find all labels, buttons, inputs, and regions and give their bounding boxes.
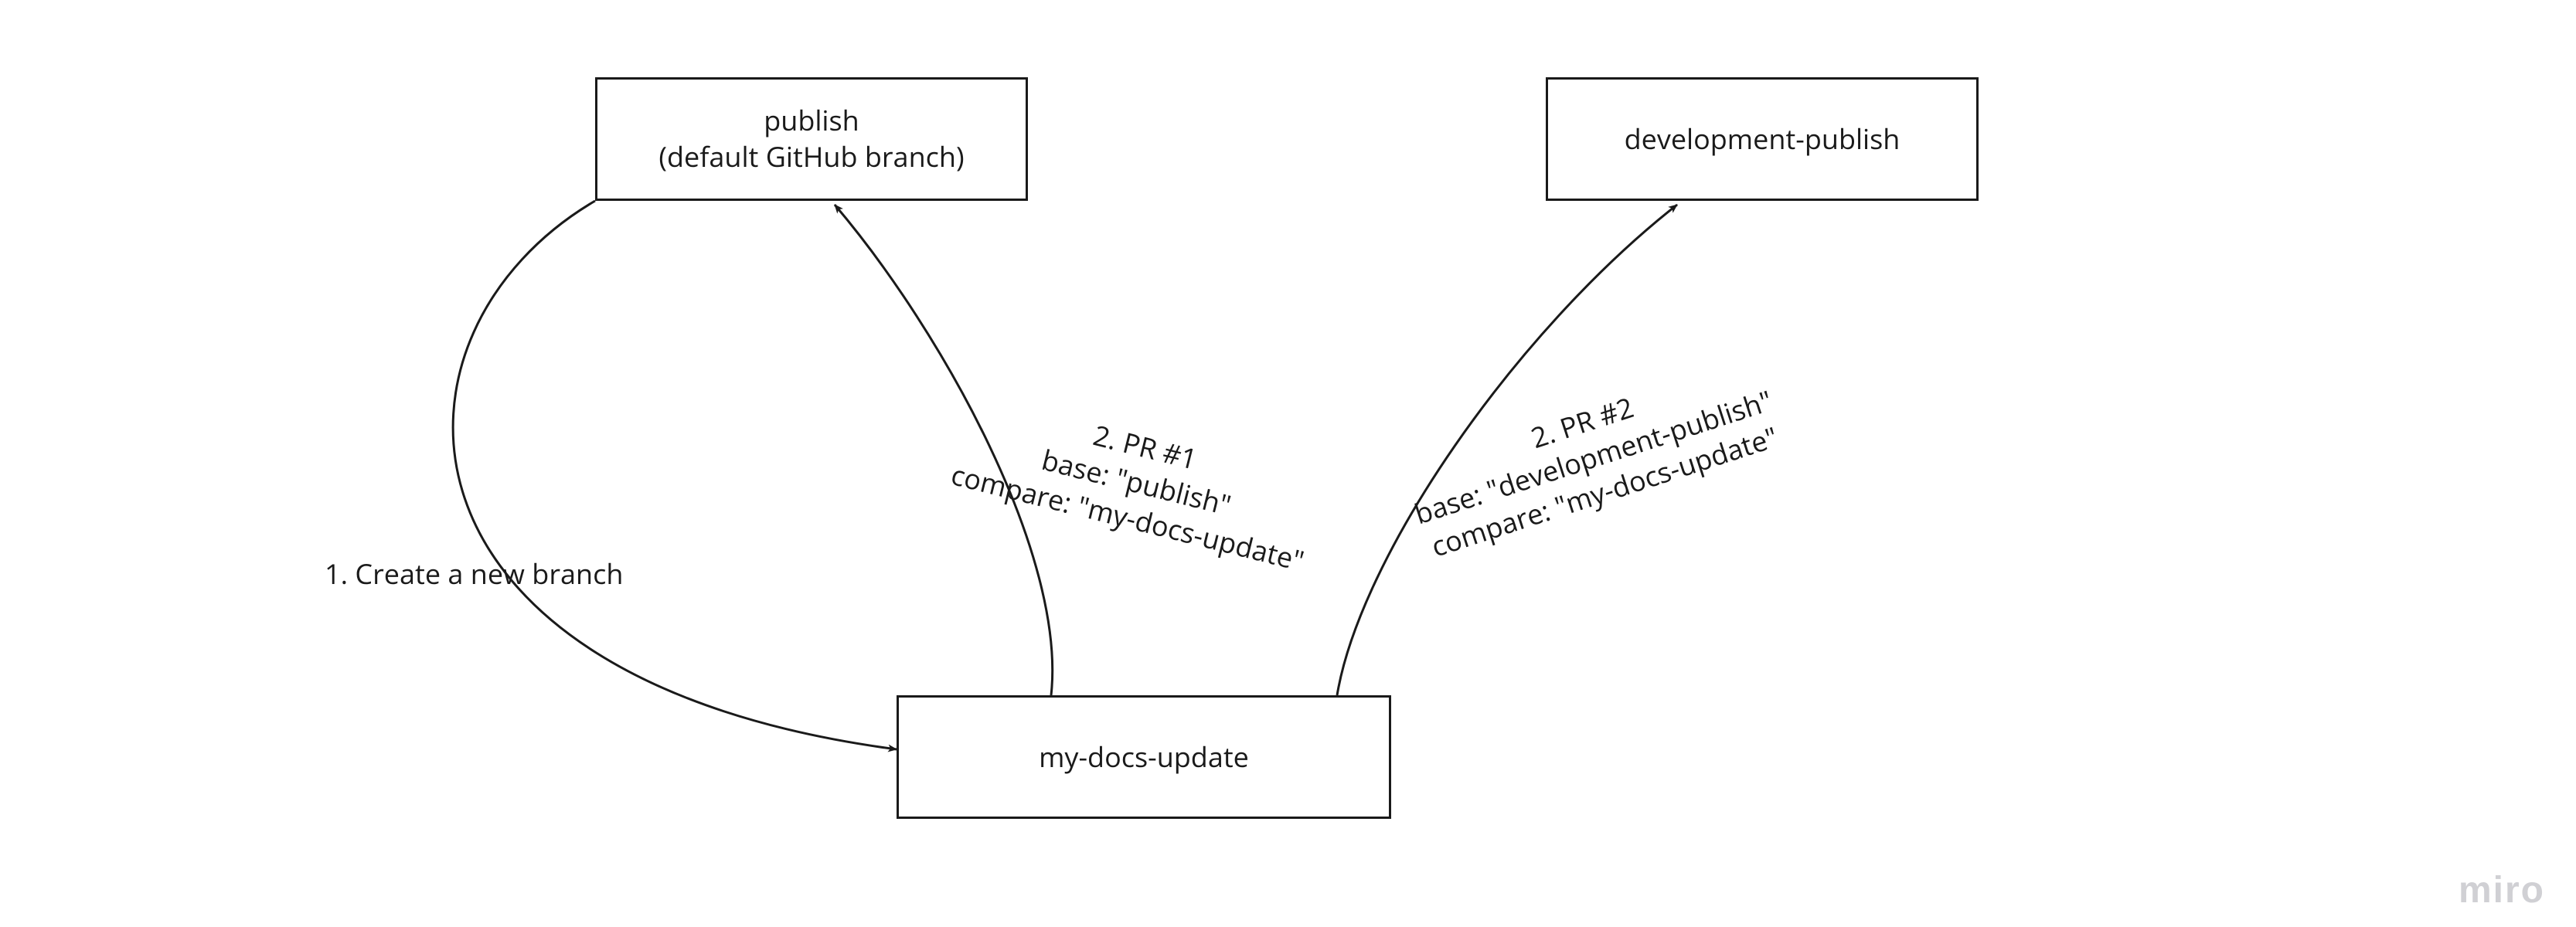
- label-create-branch: 1. Create a new branch: [325, 556, 623, 593]
- label-pr1: 2. PR #1 base: "publish" compare: "my-do…: [948, 386, 1325, 579]
- box-my-docs-update: my-docs-update: [897, 695, 1391, 819]
- box-publish: publish (default GitHub branch): [595, 77, 1028, 201]
- diagram-canvas: publish (default GitHub branch) developm…: [0, 0, 2576, 927]
- box-mydocs-title: my-docs-update: [1039, 739, 1249, 776]
- label-pr2: 2. PR #2 base: "development-publish" com…: [1399, 348, 1788, 567]
- miro-watermark: miro: [2459, 869, 2545, 912]
- arrow-create-branch: [453, 201, 897, 749]
- box-publish-title: publish: [764, 103, 859, 139]
- box-publish-subtitle: (default GitHub branch): [658, 139, 964, 175]
- box-development-publish: development-publish: [1546, 77, 1979, 201]
- box-devpublish-title: development-publish: [1625, 121, 1901, 158]
